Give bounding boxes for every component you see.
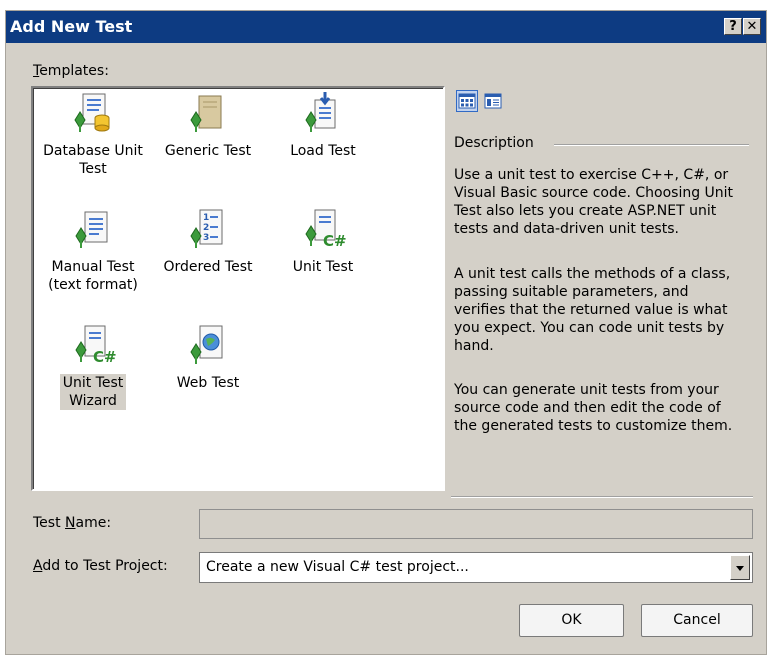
description-line: hand.	[454, 338, 494, 354]
test-project-select-value: Create a new Visual C# test project...	[206, 559, 469, 575]
svg-text:1: 1	[203, 213, 209, 223]
database-test-icon	[74, 93, 110, 132]
template-label: Generic Test	[162, 142, 254, 160]
template-label-line1: Manual Test	[51, 259, 135, 275]
description-paragraph-3: You can generate unit tests from your so…	[454, 381, 759, 435]
templates-list[interactable]: Database Unit Test Generic Test Load Tes…	[31, 86, 445, 491]
unit-test-icon: C#	[305, 209, 347, 250]
description-line: verifies that the returned value is what	[454, 302, 728, 318]
manual-test-icon	[75, 211, 108, 248]
label-rest: ame:	[75, 515, 112, 531]
description-line: Test also lets you create ASP.NET unit	[454, 203, 717, 219]
help-button[interactable]: ?	[724, 18, 742, 35]
chevron-down-icon	[736, 566, 744, 571]
ordered-test-icon: 1 2 3	[190, 209, 223, 248]
load-test-icon	[305, 92, 336, 132]
template-web-test[interactable]: Web Test	[148, 322, 268, 392]
svg-text:3: 3	[203, 233, 209, 243]
label-mnemonic: A	[33, 558, 43, 574]
template-generic-test[interactable]: Generic Test	[148, 90, 268, 160]
svg-text:C#: C#	[323, 232, 347, 250]
template-label: Load Test	[287, 142, 359, 160]
template-manual-test[interactable]: Manual Test (text format)	[33, 206, 153, 294]
web-test-icon	[190, 325, 223, 364]
template-unit-test-wizard[interactable]: C# Unit Test Wizard	[33, 322, 153, 410]
template-label: Unit Test Wizard	[59, 374, 127, 410]
templates-label: Templates:	[33, 63, 109, 79]
svg-text:2: 2	[203, 223, 209, 233]
description-line: Visual Basic source code. Choosing Unit	[454, 185, 734, 201]
description-line: tests and data-driven unit tests.	[454, 221, 679, 237]
window-title: Add New Test	[10, 17, 133, 36]
description-line: You can generate unit tests from your	[454, 382, 719, 398]
template-label: Ordered Test	[161, 258, 256, 276]
template-label-line1: Ordered Test	[163, 259, 253, 275]
dropdown-button[interactable]	[730, 555, 750, 580]
label-prefix: Test	[33, 515, 66, 531]
description-paragraph-2: A unit test calls the methods of a class…	[454, 265, 759, 355]
add-to-test-project-label: Add to Test Project:	[33, 558, 168, 574]
label-rest: dd to Test Project:	[42, 558, 168, 574]
template-label: Database Unit Test	[40, 142, 146, 178]
list-view-icon	[484, 93, 502, 109]
template-label-line1: Unit Test	[292, 259, 354, 275]
close-button[interactable]: ✕	[743, 18, 761, 35]
template-label-line1: Load Test	[290, 143, 356, 159]
description-paragraph-1: Use a unit test to exercise C++, C#, or …	[454, 166, 759, 238]
template-label-line1: Database Unit	[43, 143, 143, 159]
description-line: A unit test calls the methods of a class…	[454, 266, 731, 282]
template-label-line1: Web Test	[176, 375, 240, 391]
template-label-line2: Wizard	[69, 393, 117, 409]
description-line: source code and then edit the code of	[454, 400, 721, 416]
add-new-test-dialog: Add New Test ? ✕ Templates: Database Uni…	[5, 10, 767, 655]
template-label: Unit Test	[290, 258, 357, 276]
description-bottom-divider	[451, 496, 753, 498]
label-mnemonic: N	[65, 515, 76, 531]
description-divider	[554, 144, 749, 146]
description-heading: Description	[454, 135, 534, 151]
unit-test-wizard-icon: C#	[75, 325, 117, 366]
title-bar[interactable]: Add New Test ? ✕	[6, 11, 766, 43]
template-unit-test[interactable]: C# Unit Test	[263, 206, 383, 276]
svg-text:C#: C#	[93, 348, 117, 366]
template-label-line1: Unit Test	[62, 375, 124, 391]
template-load-test[interactable]: Load Test	[263, 90, 383, 160]
description-line: the generated tests to customize them.	[454, 418, 733, 434]
test-name-field[interactable]	[199, 509, 753, 539]
description-line: Use a unit test to exercise C++, C#, or	[454, 167, 729, 183]
template-label-line1: Generic Test	[164, 143, 252, 159]
test-project-select[interactable]: Create a new Visual C# test project...	[199, 552, 753, 583]
cancel-button[interactable]: Cancel	[641, 604, 753, 637]
template-ordered-test[interactable]: 1 2 3 Ordered Test	[148, 206, 268, 276]
template-label-line2: (text format)	[48, 277, 138, 293]
template-database-unit-test[interactable]: Database Unit Test	[33, 90, 153, 178]
template-label: Web Test	[174, 374, 243, 392]
template-label: Manual Test (text format)	[45, 258, 141, 294]
large-icons-view-button[interactable]	[456, 90, 478, 112]
generic-test-icon	[190, 95, 222, 132]
large-icons-icon	[458, 93, 476, 109]
description-line: passing suitable parameters, and	[454, 284, 689, 300]
small-icons-view-button[interactable]	[482, 90, 504, 112]
templates-label-rest: emplates:	[39, 63, 109, 79]
template-label-line2: Test	[79, 161, 107, 177]
ok-button[interactable]: OK	[519, 604, 624, 637]
test-name-label: Test Name:	[33, 515, 111, 531]
description-line: you expect. You can code unit tests by	[454, 320, 725, 336]
